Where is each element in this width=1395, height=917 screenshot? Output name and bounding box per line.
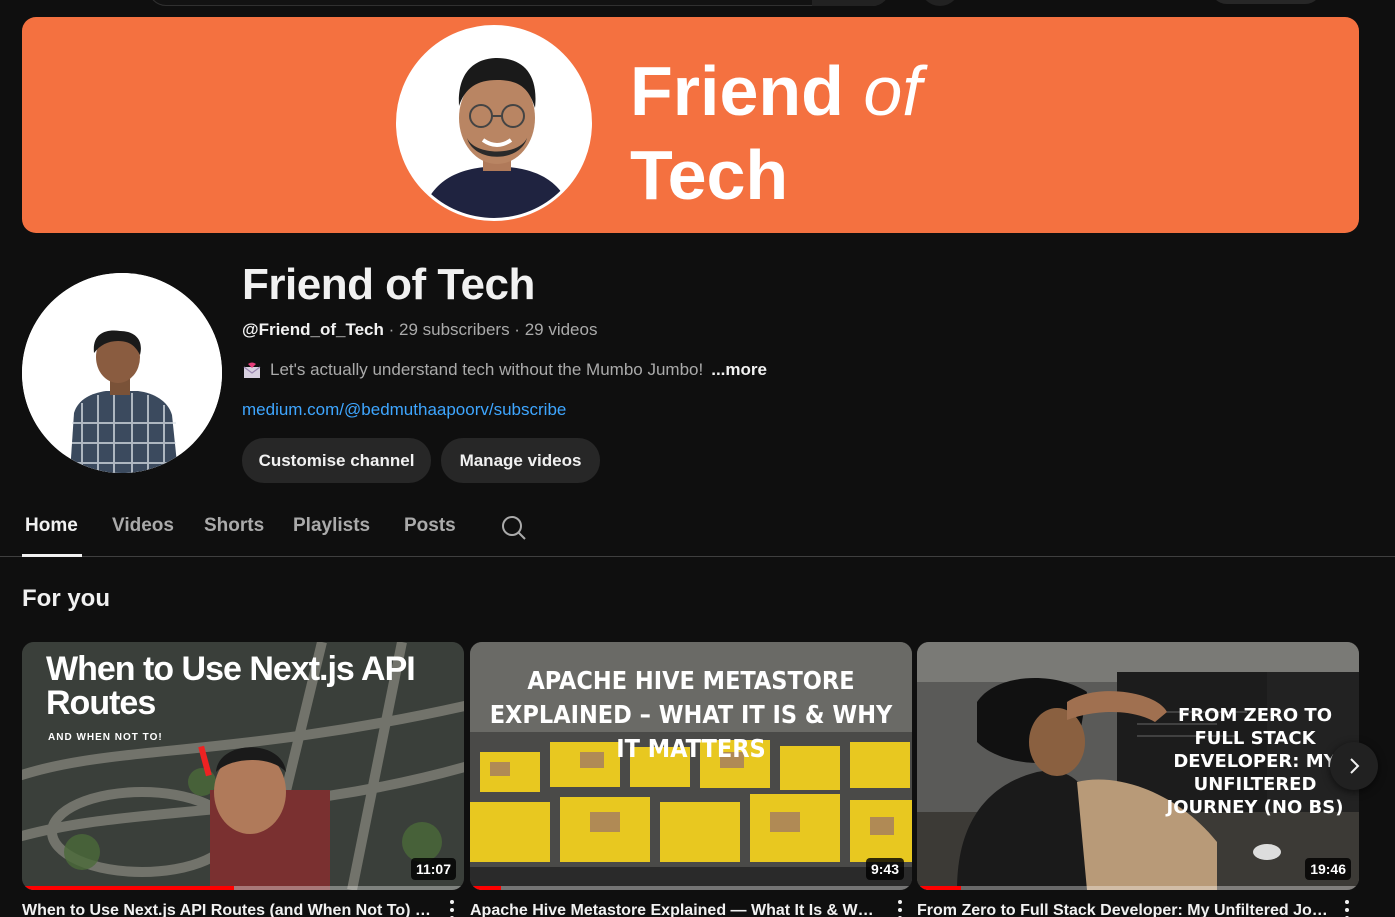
customise-channel-button[interactable]: Customise channel (242, 438, 431, 483)
search-button[interactable] (812, 0, 890, 6)
carousel-next-button[interactable] (1330, 742, 1378, 790)
video-duration: 11:07 (410, 858, 456, 880)
channel-description[interactable]: Let's actually understand tech without t… (242, 360, 767, 380)
channel-link[interactable]: medium.com/@bedmuthaapoorv/subscribe (242, 400, 566, 420)
video-thumbnail[interactable]: When to Use Next.js API Routes AND WHEN … (22, 642, 464, 890)
watch-progress-fill (470, 886, 501, 890)
tab-playlists[interactable]: Playlists (293, 515, 370, 537)
video-count: 29 videos (524, 320, 598, 339)
tab-posts[interactable]: Posts (404, 515, 456, 537)
watch-progress (22, 886, 464, 890)
watch-progress (470, 886, 912, 890)
thumbnail-subtitle: AND WHEN NOT TO! (48, 732, 163, 743)
channel-meta: @Friend_of_Tech · 29 subscribers · 29 vi… (242, 320, 597, 340)
tab-shorts[interactable]: Shorts (204, 515, 264, 537)
chevron-right-icon (1350, 758, 1360, 774)
banner-line2: Tech (630, 136, 789, 214)
more-link[interactable]: ...more (711, 360, 767, 380)
channel-title: Friend of Tech (242, 260, 535, 309)
active-tab-indicator (22, 554, 82, 557)
thumbnail-title: When to Use Next.js API Routes (46, 650, 416, 722)
watch-progress-fill (22, 886, 235, 890)
channel-banner: Friend of Tech (22, 17, 1359, 233)
search-input[interactable] (148, 0, 890, 6)
banner-photo (396, 25, 592, 221)
video-thumbnail[interactable]: FROM ZERO TO FULL STACK DEVELOPER: MY UN… (917, 642, 1359, 890)
video-card[interactable]: APACHE HIVE METASTORE EXPLAINED – WHAT I… (470, 642, 912, 917)
banner-line1: Friend (630, 52, 844, 130)
meta-separator-1: · (383, 320, 400, 339)
create-button[interactable] (1210, 0, 1322, 4)
thumbnail-title: APACHE HIVE METASTORE EXPLAINED – WHAT I… (489, 666, 893, 763)
top-bar (0, 0, 1395, 10)
avatar-person-icon (22, 273, 222, 473)
tab-videos[interactable]: Videos (112, 515, 174, 537)
section-title: For you (22, 585, 110, 612)
more-actions-icon[interactable] (446, 898, 458, 917)
tab-home[interactable]: Home (25, 515, 78, 537)
banner-of: of (863, 52, 922, 130)
channel-handle: @Friend_of_Tech (242, 320, 384, 339)
banner-text: Friend of Tech (630, 49, 922, 217)
thumbnail-title: FROM ZERO TO FULL STACK DEVELOPER: MY UN… (1166, 705, 1344, 818)
voice-search-button[interactable] (920, 0, 960, 6)
description-text: Let's actually understand tech without t… (270, 360, 704, 379)
person-illustration-icon (399, 28, 589, 218)
video-title[interactable]: Apache Hive Metastore Explained — What I… (470, 902, 882, 917)
mail-icon (242, 362, 262, 378)
channel-avatar[interactable] (22, 273, 222, 473)
manage-videos-button[interactable]: Manage videos (441, 438, 600, 483)
subscriber-count: 29 subscribers (399, 320, 510, 339)
video-card[interactable]: When to Use Next.js API Routes AND WHEN … (22, 642, 464, 917)
video-title[interactable]: From Zero to Full Stack Developer: My Un… (917, 902, 1329, 917)
video-duration: 19:46 (1305, 858, 1351, 880)
video-duration: 9:43 (865, 858, 904, 880)
video-card[interactable]: FROM ZERO TO FULL STACK DEVELOPER: MY UN… (917, 642, 1359, 917)
watch-progress-fill (917, 886, 962, 890)
meta-separator-2: · (509, 320, 525, 339)
video-title[interactable]: When to Use Next.js API Routes (and When… (22, 902, 434, 917)
more-actions-icon[interactable] (894, 898, 906, 917)
tab-search-icon[interactable] (500, 514, 528, 542)
channel-tabs: Home Videos Shorts Playlists Posts (0, 505, 1395, 557)
video-thumbnail[interactable]: APACHE HIVE METASTORE EXPLAINED – WHAT I… (470, 642, 912, 890)
more-actions-icon[interactable] (1341, 898, 1353, 917)
watch-progress (917, 886, 1359, 890)
